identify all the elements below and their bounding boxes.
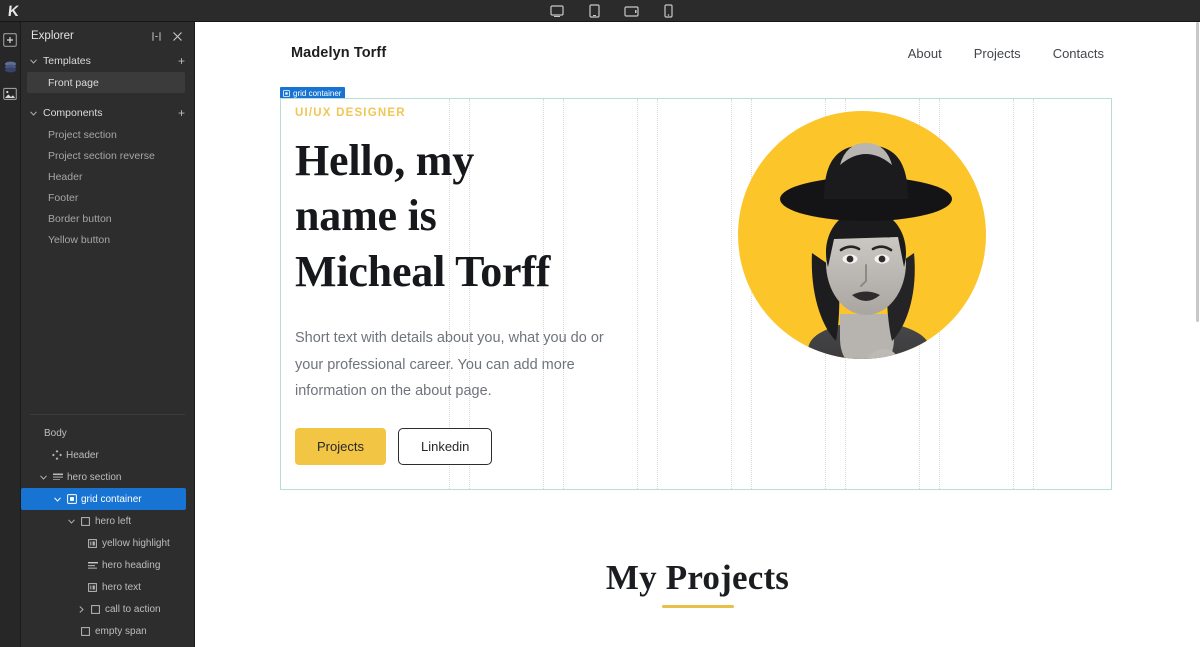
group-label: Components xyxy=(43,107,103,119)
site-brand: Madelyn Torff xyxy=(291,45,387,61)
explorer-item-project-section[interactable]: Project section xyxy=(21,124,194,145)
app-logo-icon[interactable]: K xyxy=(0,0,27,22)
nav-link-contacts[interactable]: Contacts xyxy=(1053,46,1104,61)
collapse-panel-icon[interactable] xyxy=(149,29,164,44)
tree-node-hero-right[interactable]: hero right xyxy=(21,642,194,647)
add-box-icon[interactable] xyxy=(3,32,18,47)
tree-node-hero-text[interactable]: hero text xyxy=(21,576,194,598)
layers-icon[interactable] xyxy=(3,59,18,74)
scrollbar-thumb[interactable] xyxy=(1196,22,1199,322)
chevron-down-icon[interactable] xyxy=(53,496,62,502)
hero-left[interactable]: UI/UX DESIGNER Hello, my name is Micheal… xyxy=(281,99,611,489)
grid-icon xyxy=(283,89,290,97)
layer-tree: Body Header hero section grid container … xyxy=(21,415,194,647)
linkedin-button[interactable]: Linkedin xyxy=(397,428,493,466)
site-nav: About Projects Contacts xyxy=(908,46,1104,61)
app-root: K Explorer Templates + Front page Compon… xyxy=(0,0,1200,647)
title-underline xyxy=(661,605,734,608)
call-to-action: Projects Linkedin xyxy=(295,428,611,466)
add-template-button[interactable]: + xyxy=(178,55,185,67)
explorer-item-header[interactable]: Header xyxy=(21,166,194,187)
tree-node-hero-section[interactable]: hero section xyxy=(21,466,194,488)
hero-section[interactable]: UI/UX DESIGNER Hello, my name is Micheal… xyxy=(280,98,1112,490)
left-icon-rail xyxy=(0,22,21,647)
explorer-title: Explorer xyxy=(31,30,74,42)
tree-node-label: hero section xyxy=(67,471,122,483)
span-icon xyxy=(87,582,98,593)
projects-section: My Projects xyxy=(195,558,1200,608)
hero-heading-line-2: name is xyxy=(295,191,437,241)
tree-node-hero-heading[interactable]: hero heading xyxy=(21,554,194,576)
tree-node-call-to-action[interactable]: call to action xyxy=(21,598,194,620)
tree-node-label: hero left xyxy=(95,515,132,527)
tree-node-label: grid container xyxy=(81,493,142,505)
tree-node-hero-left[interactable]: hero left xyxy=(21,510,194,532)
tree-node-label: empty span xyxy=(95,625,147,637)
group-label: Templates xyxy=(43,55,91,67)
tree-node-label: hero heading xyxy=(102,559,161,571)
hero-kicker: UI/UX DESIGNER xyxy=(295,107,406,119)
close-icon[interactable] xyxy=(170,29,185,44)
section-icon xyxy=(52,472,63,483)
tablet-landscape-preview-icon[interactable] xyxy=(622,3,640,19)
explorer-item-footer[interactable]: Footer xyxy=(21,187,194,208)
explorer-item-border-button[interactable]: Border button xyxy=(21,208,194,229)
explorer-header: Explorer xyxy=(21,22,194,50)
box-icon xyxy=(80,516,91,527)
selection-badge-label: grid container xyxy=(293,88,342,98)
tree-node-label: call to action xyxy=(105,603,161,615)
box-icon xyxy=(90,604,101,615)
add-component-button[interactable]: + xyxy=(178,107,185,119)
hero-heading-line-1: Hello, my xyxy=(295,136,475,185)
projects-button[interactable]: Projects xyxy=(295,428,386,466)
projects-title: My Projects xyxy=(605,558,790,597)
tree-node-label: Header xyxy=(66,449,99,461)
desktop-preview-icon[interactable] xyxy=(548,3,566,19)
chevron-down-icon[interactable] xyxy=(39,474,48,480)
hero-heading-line-3: Micheal Torff xyxy=(295,246,551,296)
hero-right[interactable] xyxy=(611,99,1111,489)
box-icon xyxy=(80,626,91,637)
chevron-down-icon[interactable] xyxy=(67,518,76,524)
design-canvas[interactable]: Madelyn Torff About Projects Contacts gr… xyxy=(195,22,1200,647)
span-icon xyxy=(87,538,98,549)
explorer-item-front-page[interactable]: Front page xyxy=(27,72,185,93)
component-icon xyxy=(51,450,62,461)
site-header: Madelyn Torff About Projects Contacts xyxy=(195,22,1200,84)
mobile-preview-icon[interactable] xyxy=(659,3,677,19)
image-icon[interactable] xyxy=(3,86,18,101)
hero-paragraph: Short text with details about you, what … xyxy=(295,330,604,400)
chevron-down-icon[interactable] xyxy=(29,57,38,66)
canvas-scrollbar[interactable] xyxy=(1195,22,1200,647)
explorer-group-components[interactable]: Components + xyxy=(21,102,194,124)
text-icon xyxy=(87,560,98,571)
tree-node-empty-span[interactable]: empty span xyxy=(21,620,194,642)
tree-node-label: hero text xyxy=(102,581,141,593)
tablet-preview-icon[interactable] xyxy=(585,3,603,19)
explorer-panel: Explorer Templates + Front page Componen… xyxy=(21,22,195,647)
tree-node-grid-container[interactable]: grid container xyxy=(21,488,186,510)
device-preview-group xyxy=(548,0,677,22)
grid-icon xyxy=(66,494,77,505)
explorer-group-templates[interactable]: Templates + xyxy=(21,50,194,72)
nav-link-projects[interactable]: Projects xyxy=(974,46,1021,61)
portrait-image xyxy=(716,103,1006,403)
tree-node-label: yellow highlight xyxy=(102,537,170,549)
tree-node-header[interactable]: Header xyxy=(21,444,194,466)
chevron-right-icon[interactable] xyxy=(77,605,86,613)
explorer-item-project-section-reverse[interactable]: Project section reverse xyxy=(21,145,194,166)
tree-node-label: Body xyxy=(44,427,67,439)
tree-node-body[interactable]: Body xyxy=(21,422,194,444)
hero-heading: Hello, my name is Micheal Torff xyxy=(295,133,611,299)
tree-node-yellow-highlight[interactable]: yellow highlight xyxy=(21,532,194,554)
top-toolbar: K xyxy=(0,0,1200,22)
explorer-item-yellow-button[interactable]: Yellow button xyxy=(21,229,194,250)
hero-selection-wrapper: grid container UI/UX DESIGNER Hello, my xyxy=(280,87,1112,490)
nav-link-about[interactable]: About xyxy=(908,46,942,61)
chevron-down-icon[interactable] xyxy=(29,109,38,118)
